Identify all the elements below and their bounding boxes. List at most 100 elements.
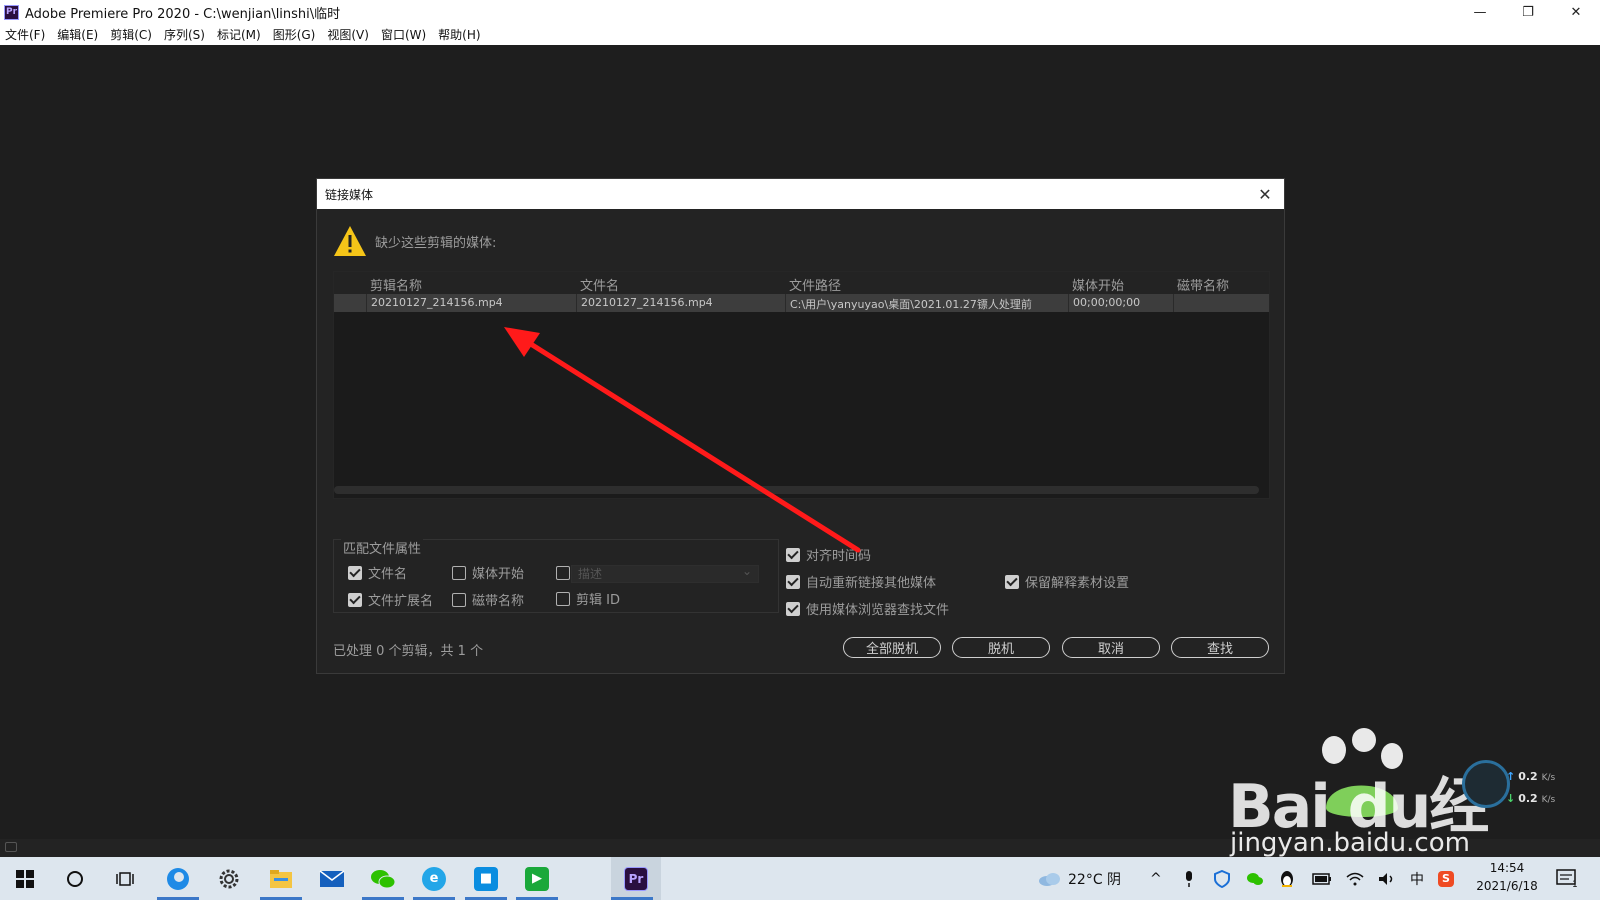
menu-clip[interactable]: 剪辑(C): [110, 26, 152, 43]
checkbox-match-media-start[interactable]: 媒体开始: [452, 563, 524, 582]
download-arrow-icon: ↓: [1506, 792, 1516, 805]
missing-media-table: 剪辑名称 文件名 文件路径 媒体开始 磁带名称 20210127_214156.…: [333, 271, 1270, 499]
column-header-file-path[interactable]: 文件路径: [789, 275, 841, 294]
checkbox-box[interactable]: [786, 574, 800, 589]
menu-help[interactable]: 帮助(H): [438, 26, 480, 43]
watermark-url: jingyan.baidu.com: [1230, 828, 1470, 858]
menu-window[interactable]: 窗口(W): [381, 26, 426, 43]
cell-separator: [785, 294, 786, 312]
checkbox-use-media-browser[interactable]: 使用媒体浏览器查找文件: [786, 599, 949, 618]
warning-message: 缺少这些剪辑的媒体:: [375, 235, 497, 251]
cell-separator: [1068, 294, 1069, 312]
premiere-taskbar-icon[interactable]: Pr: [611, 857, 661, 900]
checkbox-label: 磁带名称: [472, 594, 525, 609]
dialog-close-button[interactable]: ✕: [1254, 183, 1276, 205]
wechat-tray-icon[interactable]: [1246, 857, 1264, 900]
offline-all-button[interactable]: 全部脱机: [843, 637, 941, 658]
checkbox-preserve-interpret[interactable]: 保留解释素材设置: [1005, 572, 1129, 591]
checkbox-box[interactable]: [786, 547, 800, 562]
windows-start-icon[interactable]: [4, 857, 46, 900]
wechat-icon[interactable]: [362, 857, 404, 900]
minimize-button[interactable]: —: [1456, 0, 1504, 24]
checkbox-label: 文件扩展名: [368, 594, 434, 609]
clock-time: 14:54: [1489, 861, 1525, 875]
checkbox-label: 使用媒体浏览器查找文件: [806, 603, 950, 618]
taskbar-clock[interactable]: 14:54 2021/6/18: [1466, 859, 1548, 895]
checkbox-match-tape-name[interactable]: 磁带名称: [452, 590, 524, 609]
cell-file-path: C:\用户\yanyuyao\桌面\2021.01.27镖人处理前: [790, 298, 1032, 311]
menu-sequence[interactable]: 序列(S): [164, 26, 205, 43]
checkbox-box[interactable]: [348, 592, 362, 607]
search-icon[interactable]: [54, 857, 96, 900]
description-field: 描述: [571, 563, 759, 583]
warning-icon: [334, 226, 366, 256]
checkbox-label: 文件名: [368, 567, 408, 582]
mail-icon[interactable]: [311, 857, 353, 900]
link-media-dialog: 链接媒体 ✕ 缺少这些剪辑的媒体: 剪辑名称 文件名 文件路径 媒体开始 磁带名…: [316, 178, 1285, 674]
column-header-tape-name[interactable]: 磁带名称: [1177, 275, 1229, 294]
browser-app-icon[interactable]: e: [413, 857, 455, 900]
locate-button[interactable]: 查找: [1171, 637, 1269, 658]
restore-button[interactable]: ❐: [1504, 0, 1552, 24]
checkbox-box[interactable]: [452, 565, 466, 580]
taskbar: e ■ ▶ Pr 22°C 阴 ^ 中 S 14:54 2021/6/18 1: [0, 857, 1600, 900]
clock-date: 2021/6/18: [1476, 879, 1538, 893]
settings-gear-icon[interactable]: [208, 857, 250, 900]
sogou-input-icon[interactable]: S: [1438, 857, 1454, 900]
video-app-icon[interactable]: ▶: [516, 857, 558, 900]
qq-penguin-icon[interactable]: [1280, 857, 1294, 900]
menu-view[interactable]: 视图(V): [327, 26, 369, 43]
menu-edit[interactable]: 编辑(E): [57, 26, 98, 43]
checkbox-box[interactable]: [556, 566, 570, 580]
cell-separator: [1173, 294, 1174, 312]
network-meter-icon: [1462, 760, 1510, 808]
weather-widget[interactable]: 22°C 阴: [1038, 857, 1121, 900]
title-bar: Pr Adobe Premiere Pro 2020 - C:\wenjian\…: [0, 0, 1600, 24]
checkbox-label: 媒体开始: [472, 567, 525, 582]
table-row[interactable]: 20210127_214156.mp4 20210127_214156.mp4 …: [334, 294, 1269, 312]
blue-app-icon[interactable]: ■: [465, 857, 507, 900]
menu-graphics[interactable]: 图形(G): [273, 26, 316, 43]
upload-speed: ↑ 0.2 K/s: [1506, 770, 1556, 783]
column-header-file-name[interactable]: 文件名: [580, 275, 619, 294]
cancel-button[interactable]: 取消: [1062, 637, 1160, 658]
offline-button[interactable]: 脱机: [952, 637, 1050, 658]
shield-icon[interactable]: [1214, 857, 1230, 900]
column-header-media-start[interactable]: 媒体开始: [1072, 275, 1124, 294]
upload-arrow-icon: ↑: [1506, 770, 1516, 783]
cell-separator: [576, 294, 577, 312]
menu-markers[interactable]: 标记(M): [217, 26, 261, 43]
checkbox-box[interactable]: [786, 601, 800, 616]
checkbox-box[interactable]: [452, 592, 466, 607]
cell-clip-name: 20210127_214156.mp4: [371, 296, 503, 309]
show-hidden-icons-chevron-icon[interactable]: ^: [1150, 857, 1162, 900]
checkbox-box[interactable]: [556, 591, 570, 606]
checkbox-match-file-name[interactable]: 文件名: [348, 563, 407, 582]
file-explorer-icon[interactable]: [260, 857, 302, 900]
horizontal-scrollbar[interactable]: [334, 486, 1259, 494]
task-view-icon[interactable]: [104, 857, 146, 900]
dialog-titlebar: 链接媒体 ✕: [317, 179, 1284, 209]
menu-file[interactable]: 文件(F): [5, 26, 45, 43]
battery-icon[interactable]: [1312, 857, 1332, 900]
window-title: Adobe Premiere Pro 2020 - C:\wenjian\lin…: [25, 6, 341, 22]
ime-indicator[interactable]: 中: [1410, 857, 1424, 900]
checkbox-align-timecode[interactable]: 对齐时间码: [786, 545, 871, 564]
column-header-clip-name[interactable]: 剪辑名称: [370, 275, 422, 294]
weather-text: 22°C 阴: [1068, 871, 1122, 888]
checkbox-box[interactable]: [348, 565, 362, 580]
checkbox-match-clip-id[interactable]: 剪辑 ID: [556, 589, 620, 608]
menu-bar: 文件(F) 编辑(E) 剪辑(C) 序列(S) 标记(M) 图形(G) 视图(V…: [0, 24, 1600, 45]
checkbox-match-file-extension[interactable]: 文件扩展名: [348, 590, 433, 609]
notification-count: 1: [1572, 879, 1578, 890]
cell-file-name: 20210127_214156.mp4: [581, 296, 713, 309]
checkbox-auto-relink[interactable]: 自动重新链接其他媒体: [786, 572, 936, 591]
wifi-icon[interactable]: [1346, 857, 1364, 900]
edge-browser-icon[interactable]: [157, 857, 199, 900]
cell-separator: [366, 294, 367, 312]
microphone-icon[interactable]: [1184, 857, 1194, 900]
volume-icon[interactable]: [1378, 857, 1396, 900]
checkbox-box[interactable]: [1005, 574, 1019, 589]
notification-center-icon[interactable]: 1: [1556, 857, 1578, 900]
close-window-button[interactable]: ✕: [1552, 0, 1600, 24]
